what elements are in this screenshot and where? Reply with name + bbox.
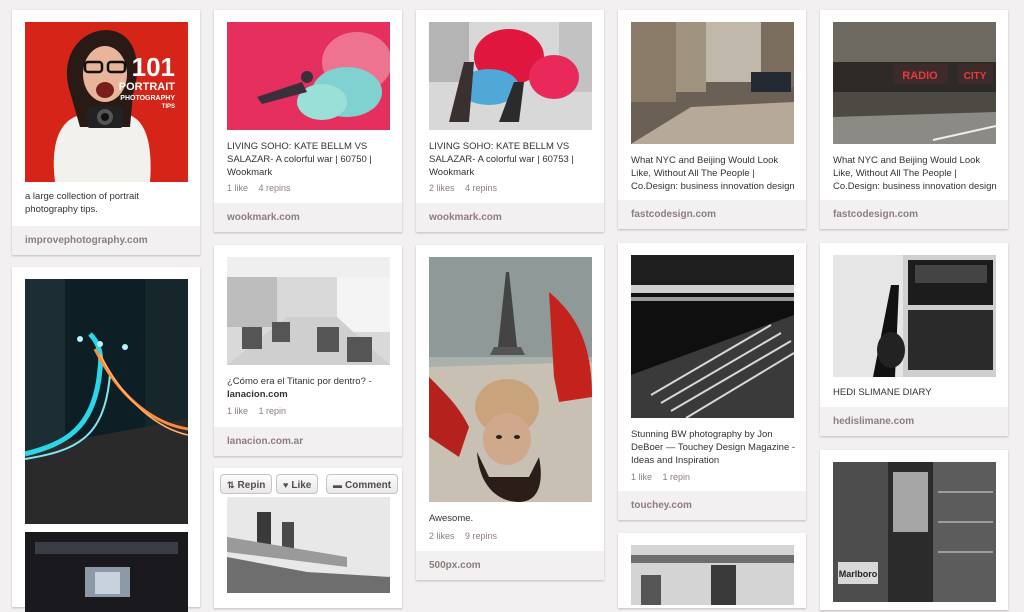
pin-stats: 1 like 4 repins: [227, 183, 299, 193]
pin-stats: 1 like 1 repin: [631, 472, 698, 482]
guitar-amp-photo: [833, 255, 996, 377]
like-count[interactable]: 2 likes: [429, 183, 455, 193]
like-count[interactable]: 1 like: [227, 406, 248, 416]
pin-source-link[interactable]: fastcodesign.com: [820, 200, 1008, 229]
pin-description: What NYC and Beijing Would Look Like, Wi…: [833, 155, 997, 192]
bw-street-photo: [631, 545, 794, 605]
pin-image[interactable]: [631, 22, 794, 144]
like-button-label: Like: [291, 480, 312, 491]
pin-source-link[interactable]: improvephotography.com: [12, 226, 200, 255]
titanic-interior-photo: [227, 257, 390, 365]
like-count[interactable]: 1 like: [631, 472, 652, 482]
light-trails-photo: [25, 279, 188, 524]
bw-alley-photo: Marlboro: [833, 462, 996, 602]
pin-source-link[interactable]: touchey.com: [618, 491, 806, 520]
pin-image[interactable]: [227, 22, 390, 130]
pin-stats: 2 likes 9 repins: [429, 531, 505, 541]
image-sign-2: CITY: [964, 71, 987, 82]
pin-card-light-trails[interactable]: [12, 267, 200, 612]
pin-image[interactable]: [429, 22, 592, 130]
repin-button[interactable]: ⇅ Repin: [220, 474, 273, 494]
image-sign-1: RADIO: [902, 70, 938, 82]
speech-bubble-icon: ▬: [333, 480, 342, 490]
pin-card-radio-city[interactable]: RADIO CITY What NYC and Beijing Would Lo…: [820, 10, 1008, 229]
pin-card-titanic[interactable]: ¿Cómo era el Titanic por dentro? - lanac…: [214, 245, 402, 456]
like-count[interactable]: 2 likes: [429, 531, 455, 541]
image-text-line1: PORTRAIT: [119, 81, 176, 93]
pin-image[interactable]: 101 PORTRAIT PHOTOGRAPHY TIPS: [25, 22, 188, 182]
repin-count[interactable]: 1 repin: [663, 472, 691, 482]
colorful-war-photo: [429, 22, 592, 130]
image-text-line3: TIPS: [162, 104, 175, 110]
heart-icon: ♥: [283, 480, 289, 490]
pin-description: HEDI SLIMANE DIARY: [833, 387, 932, 398]
colorful-war-photo: [227, 22, 390, 130]
pin-card-street-bw[interactable]: [618, 533, 806, 608]
pin-stats: 2 likes 4 repins: [429, 183, 505, 193]
repin-count[interactable]: 9 repins: [465, 531, 497, 541]
pin-source-link[interactable]: 500px.com: [416, 551, 604, 580]
pin-image[interactable]: [25, 279, 188, 524]
repin-count[interactable]: 4 repins: [465, 183, 497, 193]
pin-description-bold: lanacion.com: [227, 389, 288, 400]
pin-image[interactable]: RADIO CITY: [833, 22, 996, 144]
pin-card-hedi-slimane[interactable]: HEDI SLIMANE DIARY hedislimane.com: [820, 243, 1008, 436]
pin-image[interactable]: Marlboro: [833, 462, 996, 602]
pin-description: LIVING SOHO: KATE BELLM VS SALAZAR- A co…: [227, 141, 372, 178]
pin-image[interactable]: [429, 257, 592, 502]
image-text-big: 101: [132, 52, 175, 82]
comment-button[interactable]: ▬ Comment: [326, 474, 399, 494]
pin-card-portrait-tips[interactable]: 101 PORTRAIT PHOTOGRAPHY TIPS a large co…: [12, 10, 200, 255]
ship-photo: [227, 497, 390, 593]
like-button[interactable]: ♥ Like: [276, 474, 319, 494]
pin-image[interactable]: [227, 257, 390, 365]
comment-button-label: Comment: [345, 480, 392, 491]
pin-source-link[interactable]: wookmark.com: [214, 203, 402, 232]
pin-card-colorful-war-2[interactable]: LIVING SOHO: KATE BELLM VS SALAZAR- A co…: [416, 10, 604, 232]
repin-icon: ⇅: [227, 480, 235, 490]
pin-image-2[interactable]: [25, 532, 188, 612]
tunnel-photo: [25, 532, 188, 612]
pin-image[interactable]: [631, 255, 794, 418]
repin-count[interactable]: 4 repins: [259, 183, 291, 193]
pin-card-eiffel[interactable]: Awesome. 2 likes 9 repins 500px.com: [416, 245, 604, 580]
pin-description: a large collection of portrait photograp…: [25, 191, 140, 215]
image-sign-marlboro: Marlboro: [839, 569, 878, 579]
like-count[interactable]: 1 like: [227, 183, 248, 193]
pin-image[interactable]: [227, 497, 390, 593]
pin-card-colorful-war-1[interactable]: LIVING SOHO: KATE BELLM VS SALAZAR- A co…: [214, 10, 402, 232]
pin-description: Awesome.: [429, 513, 474, 524]
pin-image[interactable]: [631, 545, 794, 605]
pin-image[interactable]: [833, 255, 996, 377]
radio-city-photo: RADIO CITY: [833, 22, 996, 144]
pin-description: Stunning BW photography by Jon DeBoer — …: [631, 429, 796, 466]
pin-description-text: ¿Cómo era el Titanic por dentro? -: [227, 376, 372, 387]
pin-card-marlboro-street[interactable]: Marlboro: [820, 450, 1008, 610]
pin-description: ¿Cómo era el Titanic por dentro? - lanac…: [227, 375, 393, 401]
pin-description: What NYC and Beijing Would Look Like, Wi…: [631, 155, 795, 192]
pin-stats: 1 like 1 repin: [227, 406, 294, 416]
pin-source-link[interactable]: wookmark.com: [416, 203, 604, 232]
image-text-line2: PHOTOGRAPHY: [120, 95, 175, 102]
repin-count[interactable]: 1 repin: [259, 406, 287, 416]
pin-source-link[interactable]: lanacion.com.ar: [214, 427, 402, 456]
pin-description: LIVING SOHO: KATE BELLM VS SALAZAR- A co…: [429, 141, 574, 178]
repin-button-label: Repin: [237, 480, 266, 491]
pin-card-bw-photo[interactable]: Stunning BW photography by Jon DeBoer — …: [618, 243, 806, 520]
pin-source-link[interactable]: hedislimane.com: [820, 407, 1008, 436]
eiffel-selfie-photo: [429, 257, 592, 502]
pin-source-link[interactable]: fastcodesign.com: [618, 200, 806, 229]
pin-card-ship[interactable]: ⇅ Repin ♥ Like ▬ Comment: [214, 468, 402, 608]
portrait-photo: 101 PORTRAIT PHOTOGRAPHY TIPS: [25, 22, 188, 182]
pin-card-nyc-empty[interactable]: What NYC and Beijing Would Look Like, Wi…: [618, 10, 806, 229]
bw-architecture-photo: [631, 255, 794, 418]
empty-nyc-photo: [631, 22, 794, 144]
